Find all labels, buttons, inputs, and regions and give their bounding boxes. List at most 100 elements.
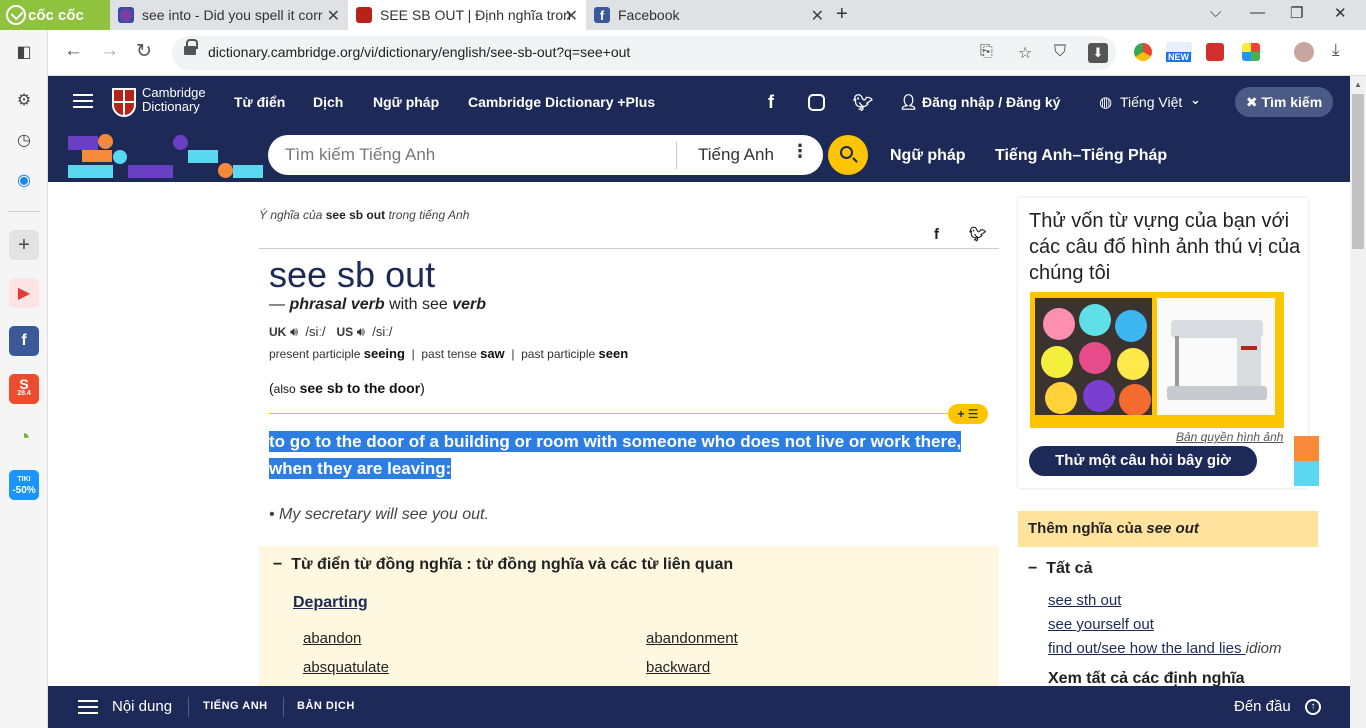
thesaurus-link[interactable]: backward: [646, 659, 710, 676]
contents-button[interactable]: Nội dung: [112, 698, 172, 715]
us-audio-icon[interactable]: 🔊︎: [357, 324, 365, 339]
site-logo-text[interactable]: Cambridge Dictionary: [142, 86, 206, 114]
definition-highlight: to go to the door of a building or room …: [269, 431, 962, 479]
share-facebook-icon[interactable]: f: [934, 226, 939, 243]
close-icon: ✖: [1245, 94, 1262, 110]
quiz-image[interactable]: [1030, 292, 1284, 428]
new-tab-icon[interactable]: +: [836, 3, 848, 26]
decor-block: [128, 165, 173, 178]
sidebar-toggle-icon[interactable]: ◧: [9, 37, 39, 67]
close-tab-icon[interactable]: ✕: [811, 6, 824, 26]
related-link[interactable]: see sth out: [1048, 592, 1121, 609]
settings-gear-icon[interactable]: ⚙: [9, 85, 39, 115]
user-icon[interactable]: 👤︎: [899, 93, 918, 111]
menu-hamburger-icon[interactable]: [73, 94, 93, 108]
shopee-icon[interactable]: S 28.4: [9, 374, 39, 404]
translation-tab[interactable]: BẢN DỊCH: [297, 700, 355, 712]
tab-search-icon[interactable]: ⌵: [1210, 4, 1221, 21]
all-toggle[interactable]: − Tất cả: [1028, 560, 1092, 578]
language-selector[interactable]: Tiếng Việt: [1120, 94, 1182, 110]
nav-translate[interactable]: Dịch: [313, 94, 343, 110]
tab-title: Facebook: [618, 7, 680, 23]
tiki-icon[interactable]: TIKI -50%: [9, 470, 39, 500]
cambridge-shield-icon[interactable]: [112, 88, 136, 117]
translate-icon[interactable]: ⎘: [980, 43, 993, 61]
download-page-icon[interactable]: ⬇: [1088, 43, 1108, 63]
contents-menu-icon[interactable]: [78, 700, 98, 714]
nav-plus[interactable]: Cambridge Dictionary +Plus: [468, 94, 655, 110]
url-text[interactable]: dictionary.cambridge.org/vi/dictionary/e…: [208, 44, 630, 60]
facebook-icon[interactable]: f: [768, 92, 774, 113]
scrollbar-thumb[interactable]: [1352, 94, 1364, 249]
reload-icon[interactable]: ↻: [136, 40, 152, 63]
crumb-suffix: trong tiếng Anh: [388, 208, 470, 222]
red-extension-icon[interactable]: [1206, 43, 1224, 61]
thesaurus-link[interactable]: abandonment: [646, 630, 738, 647]
add-to-list-button[interactable]: + ☰: [948, 404, 988, 424]
minimize-icon[interactable]: —: [1250, 4, 1265, 21]
back-to-top-button[interactable]: Đến đầu: [1234, 698, 1291, 715]
back-icon[interactable]: ←: [64, 40, 83, 62]
related-link[interactable]: see yourself out: [1048, 616, 1154, 633]
maximize-icon[interactable]: ❐: [1290, 4, 1303, 22]
tab-cambridge[interactable]: SEE SB OUT | Định nghĩa trong ✕: [348, 0, 586, 30]
facebook-sidebar-icon[interactable]: f: [9, 326, 39, 356]
thesaurus-toggle[interactable]: − Từ điển từ đồng nghĩa : từ đồng nghĩa …: [273, 556, 733, 574]
try-quiz-button[interactable]: Thử một câu hỏi bây giờ: [1029, 446, 1257, 476]
search-input[interactable]: Tìm kiếm Tiếng Anh Tiếng Anh ⋮: [268, 135, 823, 175]
page-scrollbar[interactable]: ▲: [1350, 76, 1366, 728]
tab-see-into[interactable]: see into - Did you spell it corr ✕: [110, 0, 348, 30]
coccoc-map-icon[interactable]: ◔: [9, 422, 39, 452]
bookmark-star-icon[interactable]: ☆: [1018, 43, 1032, 63]
sidebar-divider: [8, 211, 40, 212]
login-link[interactable]: Đăng nhập / Đăng ký: [922, 94, 1060, 110]
downloads-icon[interactable]: ⤓: [1332, 40, 1340, 60]
twitter-icon[interactable]: 🐦︎: [853, 93, 873, 113]
nav-dictionary[interactable]: Từ điển: [234, 94, 285, 110]
close-tab-icon[interactable]: ✕: [327, 6, 340, 26]
shield-icon[interactable]: ⛉: [1054, 43, 1066, 61]
search-toggle-button[interactable]: ✖ Tìm kiếm: [1235, 87, 1333, 117]
pos-verb[interactable]: verb: [452, 296, 486, 313]
arrow-up-icon[interactable]: ↑: [1305, 699, 1321, 715]
history-icon[interactable]: ◷: [9, 125, 39, 155]
color-extension-icon[interactable]: [1242, 43, 1260, 61]
copyright-link[interactable]: Bản quyền hình ảnh: [1176, 430, 1283, 444]
search-button[interactable]: [828, 135, 868, 175]
add-app-icon[interactable]: +: [9, 230, 39, 260]
instagram-icon[interactable]: [808, 94, 825, 111]
chevron-down-icon[interactable]: ⌄: [1190, 92, 1201, 108]
thesaurus-link[interactable]: abandon: [303, 630, 361, 647]
forward-icon[interactable]: →: [100, 40, 119, 62]
uk-audio-icon[interactable]: 🔊︎: [290, 324, 298, 339]
thesaurus-link[interactable]: absquatulate: [303, 659, 389, 676]
coccoc-brand[interactable]: cốc cốc: [0, 0, 110, 30]
thesaurus-group-link[interactable]: Departing: [293, 594, 368, 612]
profile-avatar[interactable]: [1294, 42, 1314, 62]
youtube-icon[interactable]: ▶: [9, 278, 39, 308]
english-tab[interactable]: TIẾNG ANH: [203, 700, 268, 712]
address-bar[interactable]: dictionary.cambridge.org/vi/dictionary/e…: [172, 36, 1116, 70]
messenger-icon[interactable]: ◉: [9, 165, 39, 195]
nav-grammar[interactable]: Ngữ pháp: [373, 94, 439, 110]
related-link-idiom[interactable]: find out/see how the land lies idiom: [1048, 640, 1282, 657]
us-label: US: [336, 325, 354, 339]
search-language-select[interactable]: Tiếng Anh: [698, 145, 774, 165]
share-twitter-icon[interactable]: 🐦︎: [969, 226, 987, 243]
chrome-extension-icon[interactable]: [1134, 43, 1152, 61]
close-tab-icon[interactable]: ✕: [565, 6, 578, 26]
tab-facebook[interactable]: f Facebook ✕: [586, 0, 832, 30]
logo-line-1: Cambridge: [142, 85, 206, 100]
more-options-icon[interactable]: ⋮: [791, 141, 809, 162]
us-ipa: /siː/: [372, 324, 393, 339]
tab-favicon-icon: [118, 7, 134, 23]
also-value: see sb to the door: [299, 380, 421, 396]
pronunciation: UK 🔊︎ /siː/ US 🔊︎ /siː/: [269, 324, 392, 340]
scroll-up-icon[interactable]: ▲: [1354, 80, 1362, 89]
new-extension-icon[interactable]: NEW: [1166, 42, 1192, 62]
close-window-icon[interactable]: ✕: [1334, 4, 1347, 22]
globe-icon[interactable]: ◍: [1099, 93, 1112, 111]
english-french-link[interactable]: Tiếng Anh–Tiếng Pháp: [995, 147, 1167, 165]
grammar-link[interactable]: Ngữ pháp: [890, 147, 966, 165]
idiom-link[interactable]: find out/see how the land lies: [1048, 640, 1241, 657]
